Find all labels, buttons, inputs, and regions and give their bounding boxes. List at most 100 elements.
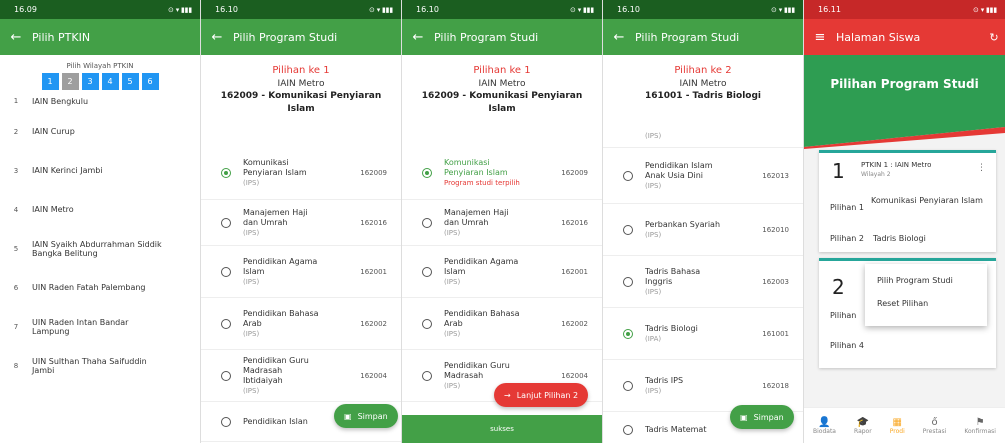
snackbar-text: sukses <box>490 425 514 433</box>
choice-header: Pilihan ke 1 IAIN Metro 162009 - Komunik… <box>402 55 602 147</box>
nav-prestasi[interactable]: ő Prestasi <box>923 417 947 435</box>
prodi-code: 162002 <box>561 319 588 328</box>
list-item[interactable]: 5 IAIN Syaikh Abdurrahman Siddik Bangka B… <box>0 229 200 268</box>
card-number: 2 <box>832 275 845 299</box>
list-item[interactable]: Pendidikan Agama Islam (IPS) 162001 <box>201 246 401 298</box>
next-choice-button[interactable]: → Lanjut Pilihan 2 <box>494 383 589 407</box>
menu-pilih-prodi[interactable]: Pilih Program Studi <box>865 264 987 285</box>
nav-rapor[interactable]: 🎓 Rapor <box>854 417 872 435</box>
radio[interactable] <box>623 424 633 435</box>
prodi-list: Komunikasi Penyiaran Islam Program studi … <box>402 147 602 402</box>
bottom-nav: 👤 Biodata 🎓 Rapor ▦ Prodi ő Prestasi ⚑ Konfir… <box>804 407 1005 443</box>
save-icon: ▣ <box>344 411 352 421</box>
item-number: 5 <box>13 244 19 253</box>
radio-selected[interactable] <box>221 168 231 178</box>
refresh-icon[interactable]: ↻ <box>983 31 1005 44</box>
radio[interactable] <box>623 224 633 235</box>
menu-reset-pilihan[interactable]: Reset Pilihan <box>865 285 987 308</box>
list-item[interactable]: 7 UIN Raden Intan Bandar Lampung <box>0 307 200 346</box>
item-name: UIN Sulthan Thaha Saifuddin Jambi <box>32 356 147 375</box>
list-item[interactable]: 6 UIN Raden Fatah Palembang <box>0 268 200 307</box>
selected-prodi: 162009 - Komunikasi Penyiaran Islam <box>421 91 583 114</box>
radio-selected[interactable] <box>422 168 432 178</box>
list-item[interactable]: 8 UIN Sulthan Thaha Saifuddin Jambi <box>0 346 200 385</box>
list-item[interactable]: 2 IAIN Curup <box>0 112 200 151</box>
radio[interactable] <box>422 318 432 329</box>
back-arrow-icon[interactable]: ← <box>201 30 233 45</box>
radio[interactable] <box>623 276 633 287</box>
popup-menu: Pilih Program Studi Reset Pilihan <box>865 264 987 326</box>
save-button[interactable]: ▣ Simpan <box>730 405 794 429</box>
prodi-name: Tadris IPS (IPS) <box>645 376 723 396</box>
radio[interactable] <box>422 266 432 277</box>
card-title: PTKIN 1 : IAIN Metro <box>861 161 932 169</box>
list-item[interactable]: Pendidikan Bahasa Arab (IPS) 162002 <box>402 298 602 350</box>
back-arrow-icon[interactable]: ← <box>0 30 32 45</box>
page-1[interactable]: 1 <box>41 73 59 90</box>
item-number: 7 <box>13 322 19 331</box>
prodi-type: (IPS) <box>645 287 662 296</box>
list-item[interactable]: Perbankan Syariah (IPS) 162010 <box>603 204 803 256</box>
nav-konfirmasi[interactable]: ⚑ Konfirmasi <box>964 417 996 435</box>
status-icons: ⊙ ▾ ▮▮▮ <box>570 5 594 14</box>
prodi-label: Pendidikan Agama Islam <box>444 256 519 276</box>
prodi-name: Pendidikan Agama Islam (IPS) <box>243 257 321 287</box>
list-item[interactable]: Pendidikan Agama Islam (IPS) 162001 <box>402 246 602 298</box>
card-subtitle: Wilayah 2 <box>861 171 891 178</box>
list-item[interactable]: 3 IAIN Kerinci Jambi <box>0 151 200 190</box>
page-6[interactable]: 6 <box>141 73 159 90</box>
list-item-partial[interactable]: (IPS) <box>603 125 803 148</box>
back-arrow-icon[interactable]: ← <box>402 30 434 45</box>
radio[interactable] <box>221 217 231 228</box>
page-title: Pilih PTKIN <box>32 30 91 44</box>
page-title: Pilih Program Studi <box>434 30 539 44</box>
radio[interactable] <box>623 380 633 391</box>
wilayah-label: Pilih Wilayah PTKIN <box>66 62 134 70</box>
save-icon: ▣ <box>740 412 748 422</box>
item-name: IAIN Curup <box>32 127 75 136</box>
radio[interactable] <box>221 416 231 427</box>
save-button[interactable]: ▣ Simpan <box>334 404 398 428</box>
list-item[interactable]: Pendidikan Bahasa Arab (IPS) 162002 <box>201 298 401 350</box>
page-5[interactable]: 5 <box>121 73 139 90</box>
prodi-name: Komunikasi Penyiaran Islam Program studi … <box>444 158 522 188</box>
list-item[interactable]: Pendidikan Guru Madrasah Ibtidaiyah (IPS)… <box>201 350 401 402</box>
next-choice-label: Lanjut Pilihan 2 <box>516 390 579 400</box>
nav-prodi[interactable]: ▦ Prodi <box>890 417 905 435</box>
list-item[interactable]: Komunikasi Penyiaran Islam Program studi … <box>402 147 602 200</box>
prodi-name: Pendidikan Agama Islam (IPS) <box>444 257 522 287</box>
page-2[interactable]: 2 <box>61 73 79 90</box>
list-item[interactable]: Komunikasi Penyiaran Islam (IPS) 162009 <box>201 147 401 200</box>
prodi-name: (IPS) <box>645 131 723 141</box>
list-item[interactable]: 4 IAIN Metro <box>0 190 200 229</box>
radio[interactable] <box>422 217 432 228</box>
page-4[interactable]: 4 <box>101 73 119 90</box>
clock: 16.10 <box>215 5 238 14</box>
choice-4-label: Pilihan 4 <box>830 341 864 350</box>
nav-biodata[interactable]: 👤 Biodata <box>813 417 836 435</box>
menu-icon[interactable]: ≡ <box>804 30 836 45</box>
back-arrow-icon[interactable]: ← <box>603 30 635 45</box>
list-item[interactable]: Manajemen Haji dan Umrah (IPS) 162016 <box>201 200 401 246</box>
item-number: 3 <box>13 166 19 175</box>
radio[interactable] <box>623 170 633 181</box>
list-item[interactable]: Tadris Bahasa Inggris (IPS) 162003 <box>603 256 803 308</box>
status-bar: 16.10 ⊙ ▾ ▮▮▮ <box>402 0 602 19</box>
prodi-name: Pendidikan Islan <box>243 417 321 427</box>
page-3[interactable]: 3 <box>81 73 99 90</box>
choice-number: Pilihan ke 1 <box>272 65 330 76</box>
clock: 16.09 <box>14 5 37 14</box>
prodi-type: (IPS) <box>645 132 662 140</box>
list-item[interactable]: 1 IAIN Bengkulu <box>0 90 200 112</box>
radio-selected[interactable] <box>623 328 633 339</box>
list-item[interactable]: Manajemen Haji dan Umrah (IPS) 162016 <box>402 200 602 246</box>
radio[interactable] <box>221 370 231 381</box>
more-vert-icon[interactable]: ⋮ <box>977 163 986 173</box>
list-item[interactable]: Pendidikan Islam Anak Usia Dini (IPS) 1620… <box>603 148 803 204</box>
list-item[interactable]: Tadris Biologi (IPA) 161001 <box>603 308 803 360</box>
radio[interactable] <box>221 266 231 277</box>
choice-card-1[interactable]: 1 PTKIN 1 : IAIN Metro Wilayah 2 ⋮ Pilih… <box>819 150 996 252</box>
radio[interactable] <box>422 370 432 381</box>
radio[interactable] <box>221 318 231 329</box>
prodi-name: Pendidikan Guru Madrasah Ibtidaiyah (IPS) <box>243 356 321 396</box>
